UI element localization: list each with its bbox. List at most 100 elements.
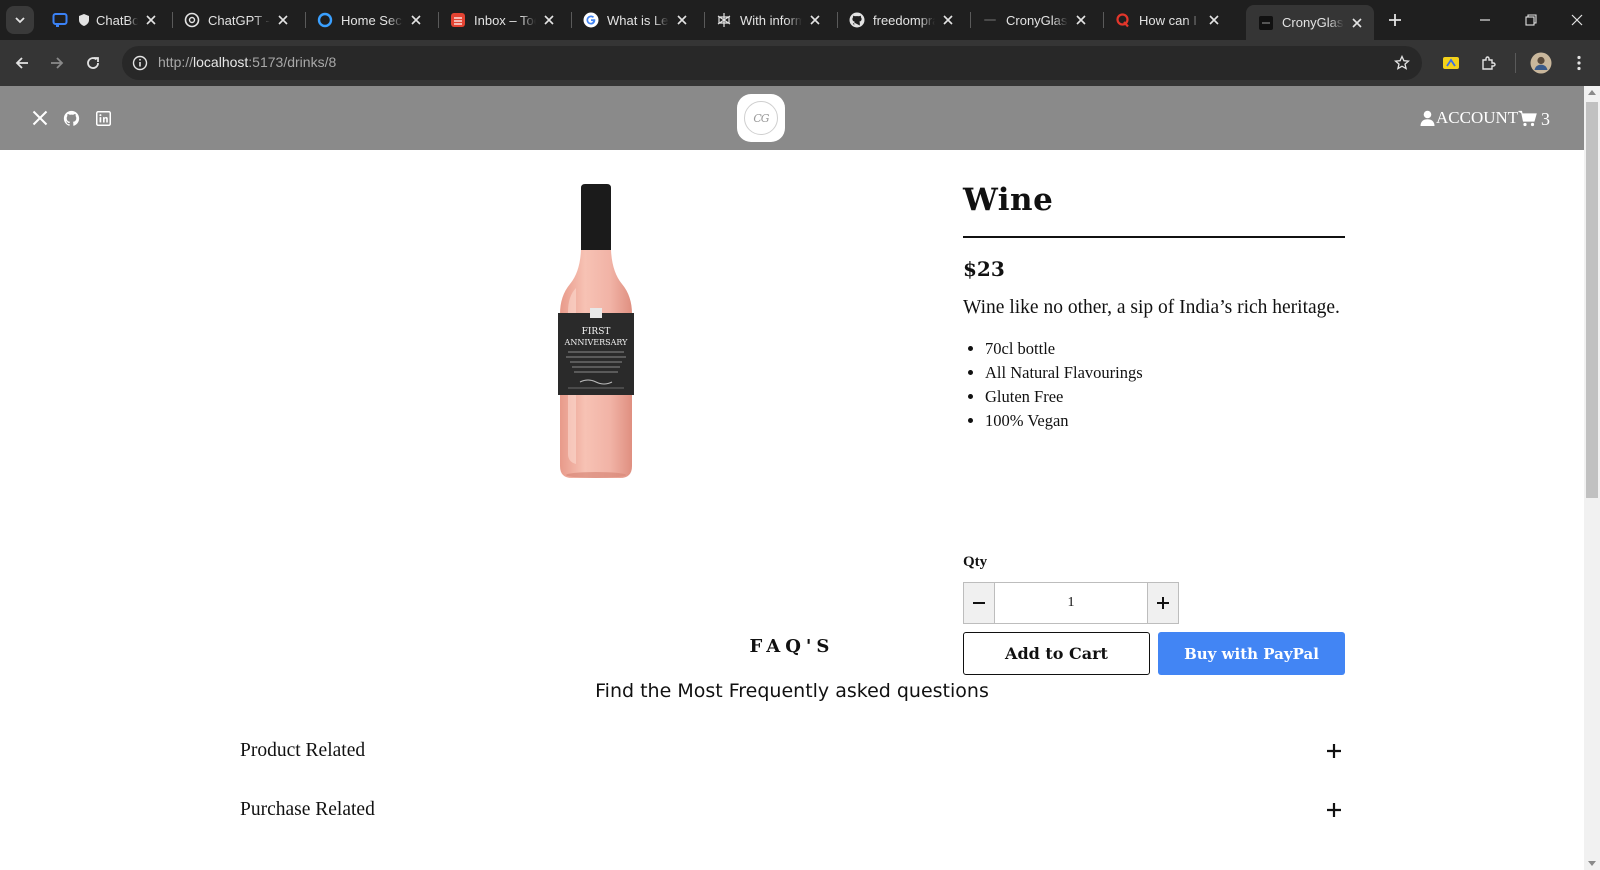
tab-chatbot[interactable]: ChatBot [40,4,168,36]
close-icon[interactable] [673,11,691,29]
faq-section-product-related[interactable]: Product Related [240,736,1344,766]
crony-icon [982,12,998,28]
close-icon[interactable] [407,11,425,29]
shield-icon [76,12,92,28]
cart-link[interactable]: 3 [1518,106,1550,130]
arrow-right-icon [51,57,64,69]
close-icon [1571,14,1583,26]
scroll-down-arrow-icon[interactable] [1588,861,1596,866]
google-icon [583,12,599,28]
feature-item: Gluten Free [985,385,1345,409]
product-image: FIRST ANNIVERSARY [552,184,638,480]
close-icon[interactable] [1205,11,1223,29]
plus-icon [1389,14,1401,26]
close-icon[interactable] [939,11,957,29]
faq-subheading: Find the Most Frequently asked questions [595,680,989,702]
faq-section-label: Purchase Related [240,799,375,820]
tab-cronyglass[interactable]: CronyGlass [970,4,1098,36]
tab-perplexity[interactable]: With inform [704,4,832,36]
star-icon [1394,55,1410,70]
tab-google[interactable]: What is Len [571,4,699,36]
bookmark-button[interactable] [1390,51,1414,75]
product-title: Wine [963,182,1054,218]
user-icon [1420,110,1435,126]
x-social-link[interactable] [28,106,52,130]
close-icon[interactable] [274,11,292,29]
plus-icon[interactable] [1324,741,1344,761]
tab-title: Home Secur [341,12,403,28]
tab-title: Inbox – Tod [474,12,536,28]
profile-button[interactable] [1526,48,1556,78]
close-icon[interactable] [142,11,160,29]
plus-icon[interactable] [1324,800,1344,820]
github-icon [849,12,865,28]
feature-item: 100% Vegan [985,409,1345,433]
product-price: $23 [963,257,1005,281]
tab-title: ChatBot [96,12,138,28]
account-link[interactable]: ACCOUNT [1420,106,1518,130]
feature-item: All Natural Flavourings [985,361,1345,385]
extension-button[interactable] [1436,48,1466,78]
close-icon[interactable] [806,11,824,29]
cart-icon [1518,110,1537,126]
tab-cronyglass-active[interactable]: CronyGlass [1246,5,1374,40]
ring-icon [317,12,333,28]
crony-icon [1258,15,1274,31]
forward-button[interactable] [42,48,72,78]
plus-icon [1157,597,1169,609]
close-icon[interactable] [1072,11,1090,29]
close-icon[interactable] [1348,14,1366,32]
minimize-icon [1480,19,1490,21]
url-text[interactable]: http://localhost:5173/drinks/8 [158,54,336,70]
tab-home-security[interactable]: Home Secur [305,4,433,36]
address-bar[interactable]: http://localhost:5173/drinks/8 [122,46,1422,80]
minus-icon [973,602,985,604]
minimize-button[interactable] [1462,0,1508,40]
page-scrollbar[interactable] [1584,86,1600,870]
perplexity-icon [716,12,732,28]
restore-button[interactable] [1508,0,1554,40]
tab-github[interactable]: freedompra [837,4,965,36]
back-button[interactable] [7,48,37,78]
chevron-down-icon [15,17,25,24]
tab-title: With inform [740,12,802,28]
new-tab-button[interactable] [1382,7,1408,33]
x-icon [32,110,48,126]
scroll-thumb[interactable] [1586,102,1598,498]
extensions-menu-button[interactable] [1473,48,1503,78]
tab-chatgpt[interactable]: ChatGPT - S [172,4,300,36]
quantity-stepper: 1 [963,582,1179,624]
tab-todoist[interactable]: Inbox – Tod [438,4,566,36]
openai-icon [184,12,200,28]
github-social-link[interactable] [59,106,83,130]
quora-icon [1115,12,1131,28]
wine-bottle-image: FIRST ANNIVERSARY [558,184,634,478]
site-info-button[interactable] [128,51,152,75]
close-window-button[interactable] [1554,0,1600,40]
extension-badge-icon [1443,57,1459,69]
info-icon [132,55,148,71]
scroll-up-arrow-icon[interactable] [1588,90,1596,95]
tab-search-button[interactable] [6,6,34,34]
browser-tab-bar: ChatBot ChatGPT - S Home Secur Inbox – T… [0,0,1600,40]
reload-button[interactable] [78,48,108,78]
tab-quora[interactable]: How can I s [1103,4,1231,36]
increase-qty-button[interactable] [1147,582,1179,624]
bottle-label-line1: FIRST [582,327,611,337]
faq-section-purchase-related[interactable]: Purchase Related [240,795,1344,825]
todoist-icon [450,12,466,28]
site-logo[interactable]: CG [737,94,785,142]
page-viewport: CG ACCOUNT 3 FIRST ANNIVERSARY Wine $23 … [0,86,1584,870]
browser-menu-button[interactable] [1564,48,1594,78]
kebab-menu-icon [1577,55,1581,71]
url-path: :5173/drinks/8 [248,54,337,70]
qty-input[interactable]: 1 [995,582,1147,624]
tab-title: What is Len [607,12,669,28]
close-icon[interactable] [540,11,558,29]
tab-title: freedompra [873,12,935,28]
linkedin-social-link[interactable] [91,106,115,130]
logo-mark: CG [744,101,778,135]
restore-icon [1525,14,1537,26]
feature-item: 70cl bottle [985,337,1345,361]
decrease-qty-button[interactable] [963,582,995,624]
